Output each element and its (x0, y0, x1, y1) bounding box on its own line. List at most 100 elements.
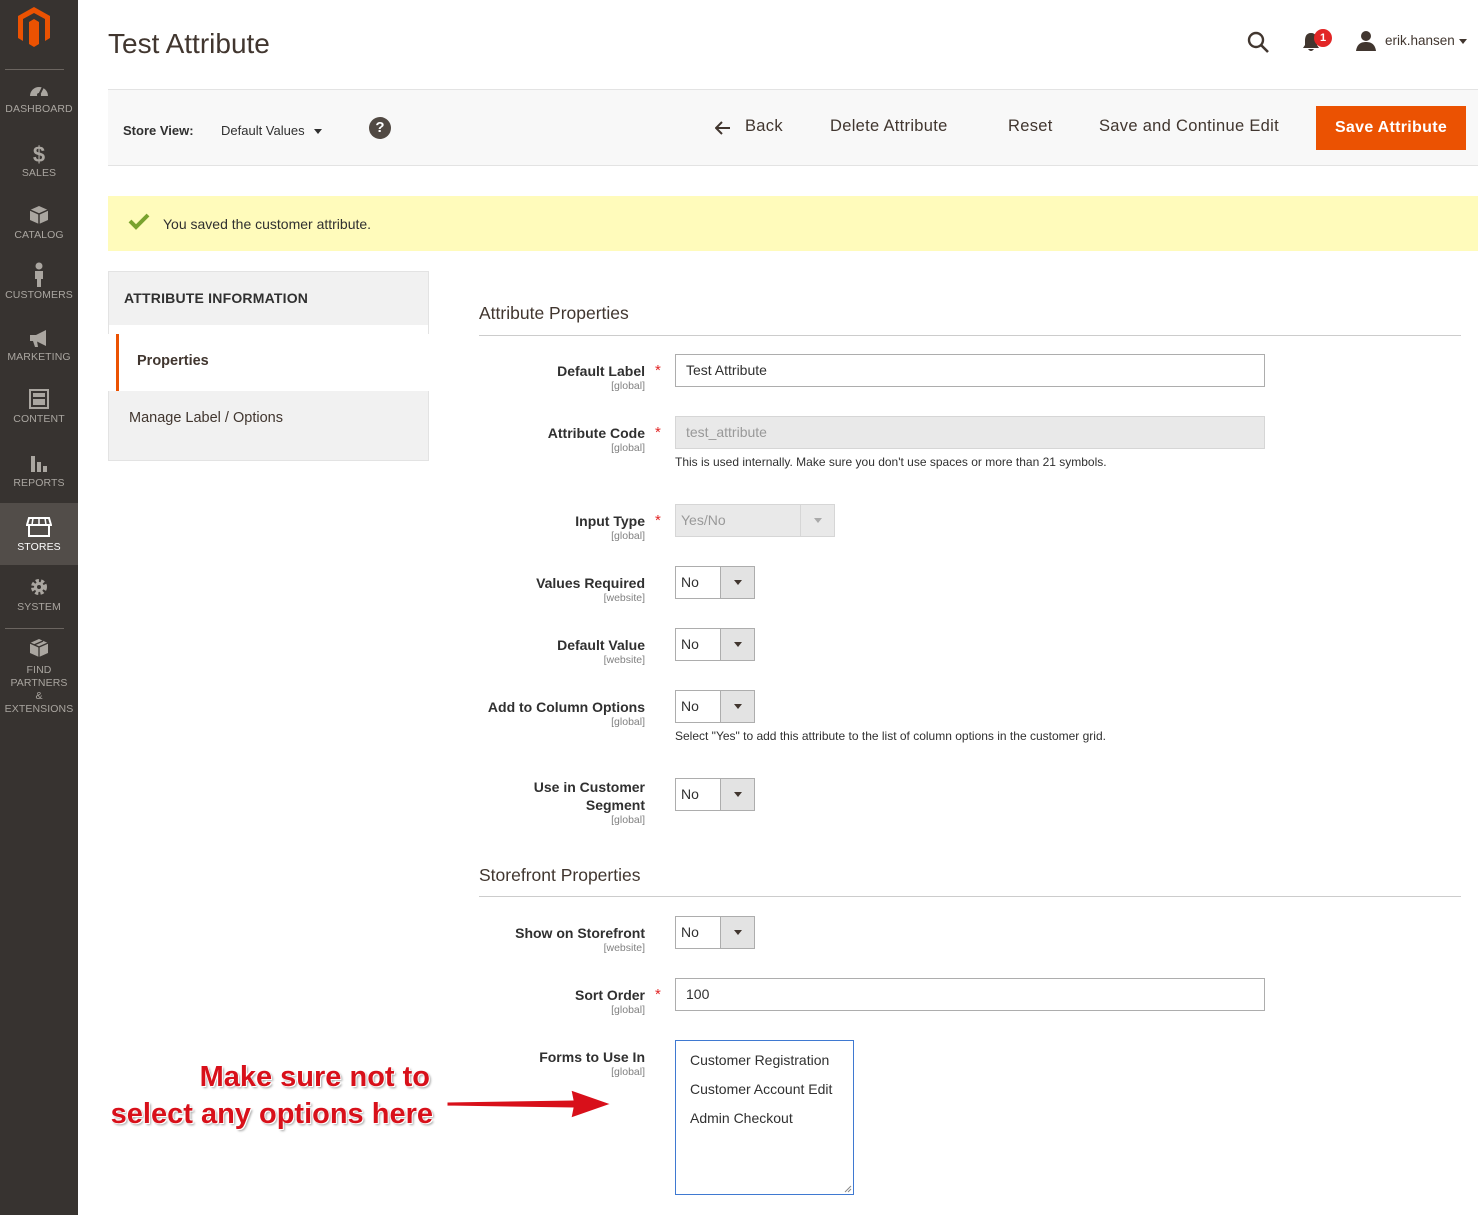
nav-label: DASHBOARD (5, 103, 73, 115)
boxes-icon (29, 639, 49, 657)
required-marker: * (655, 512, 661, 529)
add-to-column-label: Add to Column Options [global] (488, 698, 645, 728)
storefront-icon (26, 517, 52, 537)
multiselect-option[interactable]: Customer Registration (676, 1050, 853, 1079)
section-divider (479, 335, 1461, 336)
input-type-label: Input Type [global] (575, 512, 645, 542)
save-attribute-button[interactable]: Save Attribute (1316, 106, 1466, 150)
nav-label: STORES (17, 541, 61, 553)
select-value: Yes/No (681, 512, 726, 528)
megaphone-icon (30, 330, 46, 347)
field-scope: [website] (603, 942, 645, 954)
arrow-left-icon[interactable] (715, 121, 731, 135)
field-scope: [global] (611, 1004, 645, 1016)
input-type-select: Yes/No (675, 504, 835, 537)
customer-segment-label: Use in Customer Segment [global] (534, 778, 645, 826)
select-arrow-box[interactable] (720, 691, 754, 722)
dollar-icon: $ (33, 142, 45, 164)
field-label-text: Forms to Use In (539, 1049, 645, 1065)
back-button[interactable]: Back (745, 117, 783, 136)
section-title-attribute-properties: Attribute Properties (479, 303, 629, 323)
nav-label: CATALOG (14, 229, 64, 241)
multiselect-option[interactable]: Customer Account Edit (676, 1079, 853, 1108)
tab-manage-label-options[interactable]: Manage Label / Options (108, 391, 429, 461)
field-scope: [global] (611, 814, 645, 826)
default-label-label: Default Label [global] (557, 362, 645, 392)
field-label-text: Attribute Code (547, 425, 645, 441)
forms-to-use-in-multiselect[interactable]: Customer Registration Customer Account E… (675, 1040, 854, 1195)
select-arrow-box[interactable] (720, 917, 754, 948)
success-message-text: You saved the customer attribute. (163, 216, 372, 232)
field-label-text: Segment (585, 797, 645, 813)
nav-item-customers[interactable]: CUSTOMERS (0, 262, 78, 324)
resize-handle-icon[interactable] (843, 1184, 852, 1193)
success-message: You saved the customer attribute. (108, 196, 1478, 251)
search-icon[interactable] (1246, 30, 1270, 54)
attribute-code-input: test_attribute (675, 416, 1265, 449)
nav-item-dashboard[interactable]: DASHBOARD (0, 80, 78, 142)
layout-icon (29, 389, 49, 409)
nav-divider (5, 69, 64, 70)
select-value: No (681, 786, 699, 802)
save-and-continue-button[interactable]: Save and Continue Edit (1099, 117, 1279, 136)
chevron-down-icon (734, 704, 742, 709)
add-to-column-select[interactable]: No (675, 690, 755, 723)
select-value: No (681, 574, 699, 590)
select-arrow-box[interactable] (720, 779, 754, 810)
svg-text:$: $ (33, 142, 45, 164)
field-scope: [global] (611, 530, 645, 542)
nav-item-catalog[interactable]: CATALOG (0, 204, 78, 266)
nav-item-partners[interactable]: FIND PARTNERS & EXTENSIONS (0, 638, 78, 715)
attribute-code-note: This is used internally. Make sure you d… (675, 455, 1107, 469)
required-marker: * (655, 362, 661, 379)
checkmark-icon (128, 213, 150, 230)
delete-attribute-button[interactable]: Delete Attribute (830, 117, 948, 136)
nav-divider (5, 628, 64, 629)
box-icon (29, 206, 49, 224)
store-view-label: Store View: (123, 123, 194, 138)
nav-item-marketing[interactable]: MARKETING (0, 328, 78, 390)
section-title-storefront-properties: Storefront Properties (479, 865, 641, 885)
field-scope: [website] (603, 654, 645, 666)
reset-button[interactable]: Reset (1008, 117, 1053, 136)
nav-label: SALES (21, 167, 57, 179)
chevron-down-icon (734, 580, 742, 585)
nav-item-sales[interactable]: $ SALES (0, 142, 78, 204)
tab-properties[interactable]: Properties (116, 334, 429, 391)
nav-item-stores[interactable]: STORES (0, 503, 78, 565)
sort-order-input[interactable]: 100 (675, 978, 1265, 1011)
field-label-text: Sort Order (574, 987, 645, 1003)
multiselect-option[interactable]: Admin Checkout (676, 1108, 853, 1137)
magento-logo-icon[interactable] (15, 5, 53, 49)
nav-label: MARKETING (7, 351, 71, 363)
store-view-switcher[interactable]: Default Values (221, 123, 305, 138)
customer-segment-select[interactable]: No (675, 778, 755, 811)
dashboard-icon (30, 86, 48, 97)
chevron-down-icon (814, 518, 822, 523)
user-menu-name[interactable]: erik.hansen (1385, 33, 1455, 48)
field-scope: [global] (611, 1066, 645, 1078)
help-icon[interactable]: ? (369, 117, 391, 139)
field-label-text: Use in Customer (533, 779, 645, 795)
select-value: No (681, 924, 699, 940)
page-actions-bar: Store View: Default Values ? Back Delete… (108, 89, 1478, 166)
select-arrow-box[interactable] (720, 567, 754, 598)
chevron-down-icon[interactable] (314, 129, 322, 134)
nav-label: CUSTOMERS (5, 289, 73, 301)
show-on-storefront-label: Show on Storefront [website] (515, 924, 645, 954)
chevron-down-icon[interactable] (1459, 39, 1467, 44)
show-on-storefront-select[interactable]: No (675, 916, 755, 949)
admin-sidebar: DASHBOARD $ SALES CATALOG CUSTOMERS MARK… (0, 0, 78, 1215)
values-required-select[interactable]: No (675, 566, 755, 599)
select-value: No (681, 698, 699, 714)
notification-count-badge: 1 (1314, 29, 1332, 47)
forms-to-use-in-label: Forms to Use In [global] (539, 1048, 645, 1078)
nav-item-content[interactable]: CONTENT (0, 388, 78, 450)
select-value: No (681, 636, 699, 652)
default-label-input[interactable]: Test Attribute (675, 354, 1265, 387)
page-title: Test Attribute (108, 28, 270, 59)
user-icon[interactable] (1355, 30, 1377, 52)
default-value-select[interactable]: No (675, 628, 755, 661)
select-arrow-box[interactable] (720, 629, 754, 660)
required-marker: * (655, 424, 661, 441)
